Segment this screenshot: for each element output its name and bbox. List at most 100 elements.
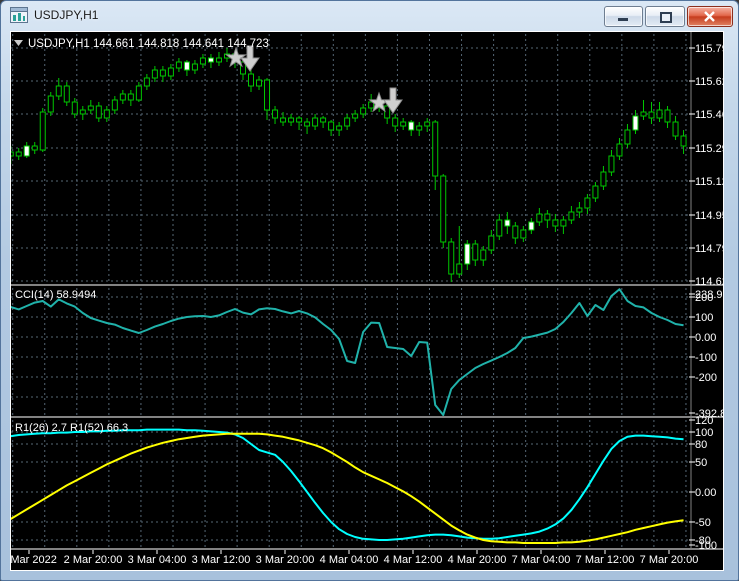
- candle-body: [151, 69, 158, 79]
- price-axis-label: 100: [695, 312, 713, 324]
- price-axis-label: 114.955: [695, 210, 723, 222]
- candle-body: [31, 145, 38, 151]
- price-axis-label: 115.460: [695, 109, 723, 121]
- candle-body: [71, 101, 78, 115]
- candle-body: [344, 117, 351, 127]
- close-icon: [704, 11, 715, 22]
- time-axis-label: 7 Mar 12:00: [576, 554, 635, 566]
- chart-window-icon: [10, 7, 28, 23]
- minimize-icon: [618, 18, 628, 21]
- candle-body: [87, 105, 94, 111]
- title-bar[interactable]: USDJPY,H1: [1, 1, 738, 31]
- candle-body: [143, 77, 150, 87]
- candle-body: [584, 197, 591, 209]
- candle-body: [39, 111, 46, 151]
- candle-body: [424, 121, 431, 127]
- minimize-button[interactable]: [604, 6, 643, 27]
- candle-body: [656, 109, 663, 119]
- time-axis-label: 2 Mar 2022: [11, 554, 57, 566]
- candle-body: [7, 151, 14, 157]
- candle-body: [440, 175, 447, 243]
- candle-body: [55, 85, 62, 97]
- candle-body: [552, 219, 559, 227]
- candle-body: [135, 85, 142, 101]
- price-axis-label: 114.790: [695, 243, 723, 255]
- candle-body: [624, 129, 631, 145]
- candle-body: [63, 85, 70, 103]
- price-axis-label: 115.125: [695, 176, 723, 188]
- time-axis-label: 4 Mar 12:00: [384, 554, 443, 566]
- candle-body: [504, 219, 511, 227]
- price-axis-label: -50: [695, 517, 711, 529]
- time-axis-label: 7 Mar 04:00: [512, 554, 571, 566]
- candle-body: [480, 249, 487, 261]
- candle-body: [336, 125, 343, 131]
- candle-body: [103, 109, 110, 119]
- candle-body: [456, 263, 463, 275]
- chart-canvas[interactable]: 115.790 115.625 115.460 115.290 115.125 114.9…: [1, 32, 738, 570]
- candle-body: [536, 213, 543, 223]
- candle-body: [199, 57, 206, 65]
- mt4-chart-window: USDJPY,H1 115.790115.625115.460115.29011…: [0, 0, 739, 581]
- candle-body: [95, 105, 102, 119]
- candle-body: [127, 93, 134, 101]
- candle-body: [672, 121, 679, 137]
- price-axis-label: 50: [695, 457, 707, 469]
- price-axis-label: 0.00: [695, 487, 716, 499]
- candle-body: [448, 241, 455, 275]
- candle-body: [272, 109, 279, 119]
- time-axis-label: 3 Mar 12:00: [192, 554, 251, 566]
- window-controls: [602, 6, 733, 27]
- candle-body: [520, 229, 527, 239]
- candle-body: [175, 61, 182, 69]
- candle-body: [256, 79, 263, 87]
- time-axis-label: 3 Mar 20:00: [256, 554, 315, 566]
- candle-body: [544, 213, 551, 221]
- chart-ohlc-header: USDJPY,H1 144.661 144.818 144.641 144.72…: [28, 38, 269, 50]
- restore-button[interactable]: [645, 6, 685, 27]
- candle-body: [167, 67, 174, 77]
- price-axis-label: 114.625: [695, 276, 723, 288]
- candle-body: [648, 111, 655, 119]
- time-axis-label: 7 Mar 20:00: [640, 554, 699, 566]
- window-title: USDJPY,H1: [34, 8, 99, 22]
- price-axis-label: -100: [695, 540, 717, 552]
- candle-body: [392, 117, 399, 127]
- candle-body: [432, 121, 439, 177]
- candle-body: [576, 207, 583, 213]
- candle-body: [183, 61, 190, 71]
- candle-body: [464, 243, 471, 265]
- candle-body: [416, 125, 423, 131]
- candle-body: [207, 57, 214, 63]
- candle-body: [512, 225, 519, 239]
- candle-body: [560, 219, 567, 227]
- price-axis-label: 115.790: [695, 43, 723, 55]
- price-axis-label: 100: [695, 427, 713, 439]
- candle-body: [215, 57, 222, 63]
- candle-body: [616, 143, 623, 157]
- candle-body: [632, 115, 639, 131]
- candle-body: [15, 151, 22, 157]
- candle-body: [568, 211, 575, 221]
- time-axis-label: 2 Mar 20:00: [64, 554, 123, 566]
- candle-body: [23, 145, 30, 157]
- price-axis-label: -200: [695, 372, 717, 384]
- candle-body: [296, 117, 303, 123]
- price-axis-label: 115.290: [695, 143, 723, 155]
- candle-body: [352, 113, 359, 119]
- price-axis-label: 120: [695, 415, 713, 427]
- candle-body: [664, 109, 671, 123]
- oscillator-indicator-label: R1(26) 2.7 R1(52) 66.3: [15, 422, 128, 434]
- candle-body: [528, 221, 535, 231]
- candle-body: [280, 117, 287, 123]
- candle-body: [600, 171, 607, 187]
- time-axis-label: 4 Mar 20:00: [448, 554, 507, 566]
- chart-background[interactable]: [11, 32, 723, 570]
- candle-body: [472, 243, 479, 261]
- time-axis-label: 4 Mar 04:00: [320, 554, 379, 566]
- chart-client-area: 115.790 115.625 115.460 115.290 115.125 114.9…: [1, 31, 738, 571]
- candle-body: [496, 219, 503, 237]
- close-button[interactable]: [687, 6, 733, 27]
- price-axis-label: -100: [695, 352, 717, 364]
- candle-body: [288, 117, 295, 123]
